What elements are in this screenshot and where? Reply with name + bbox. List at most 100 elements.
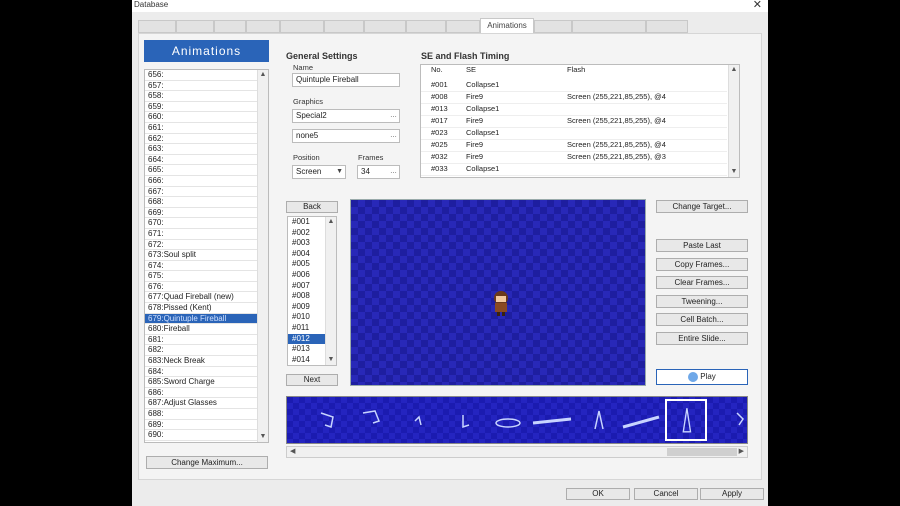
se-timing-table[interactable]: No. SE Flash #001 Collapse1 #008 Fire9 Scree… xyxy=(420,64,740,178)
cancel-button[interactable]: Cancel xyxy=(634,488,698,500)
copy-frames-button[interactable]: Copy Frames... xyxy=(656,258,748,271)
tab-skills[interactable] xyxy=(214,20,246,33)
frames-field[interactable]: 34… xyxy=(357,165,400,179)
scroll-left-icon[interactable]: ◀ xyxy=(290,447,295,455)
tab-items[interactable] xyxy=(246,20,280,33)
next-button[interactable]: Next xyxy=(286,374,338,386)
graphic2-field[interactable]: none5… xyxy=(292,129,400,143)
tab-troops[interactable] xyxy=(406,20,446,33)
scroll-right-icon[interactable]: ▶ xyxy=(739,447,744,455)
animation-list-item[interactable]: 656: xyxy=(145,70,257,81)
scroll-up-icon[interactable]: ▲ xyxy=(729,65,739,75)
se-scrollbar[interactable]: ▲ ▼ xyxy=(728,65,739,177)
scroll-up-icon[interactable]: ▲ xyxy=(326,217,336,227)
animation-list-item[interactable]: 665: xyxy=(145,165,257,176)
tab-system[interactable] xyxy=(646,20,688,33)
graphic1-field[interactable]: Special2… xyxy=(292,109,400,123)
position-select[interactable]: Screen ▼ xyxy=(292,165,346,179)
animations-list[interactable]: 656: 657: 658: 659: 660: 661: 662: 663: 664: 665:… xyxy=(144,69,269,443)
animation-list-item[interactable]: 675: xyxy=(145,271,257,282)
animation-list-item[interactable]: 683:Neck Break xyxy=(145,356,257,367)
frame-list-item[interactable]: #006 xyxy=(288,270,326,281)
scroll-down-icon[interactable]: ▼ xyxy=(729,167,739,177)
animation-list-item[interactable]: 672: xyxy=(145,240,257,251)
animation-list-item[interactable]: 673:Soul split xyxy=(145,250,257,261)
frame-list-item[interactable]: #014 xyxy=(288,355,326,365)
change-maximum-button[interactable]: Change Maximum... xyxy=(146,456,268,469)
frame-list-item[interactable]: #012 xyxy=(288,333,326,345)
animation-cell[interactable] xyxy=(351,399,393,441)
animation-cell[interactable] xyxy=(707,399,747,441)
tab-weapons[interactable] xyxy=(280,20,324,33)
frame-list-item[interactable]: #008 xyxy=(288,291,326,302)
clear-frames-button[interactable]: Clear Frames... xyxy=(656,276,748,289)
tab-states[interactable] xyxy=(446,20,480,33)
ok-button[interactable]: OK xyxy=(566,488,630,500)
animation-list-item[interactable]: 674: xyxy=(145,261,257,272)
animation-list-item[interactable]: 687:Adjust Glasses xyxy=(145,398,257,409)
animation-list-item[interactable]: 688: xyxy=(145,409,257,420)
name-field[interactable]: Quintuple Fireball xyxy=(292,73,400,87)
animation-cell[interactable] xyxy=(443,399,485,441)
animation-list-item[interactable]: 658: xyxy=(145,91,257,102)
animation-list-item[interactable]: 669: xyxy=(145,208,257,219)
frame-list-item[interactable]: #010 xyxy=(288,312,326,323)
animation-list-item[interactable]: 682: xyxy=(145,345,257,357)
animation-list-item[interactable]: 689: xyxy=(145,420,257,431)
frame-list-item[interactable]: #002 xyxy=(288,228,326,239)
animation-list-item[interactable]: 684: xyxy=(145,367,257,378)
animation-cell[interactable] xyxy=(619,399,661,441)
animation-list-item[interactable]: 660: xyxy=(145,112,257,123)
frame-list-item[interactable]: #007 xyxy=(288,281,326,292)
animation-cell[interactable] xyxy=(531,399,573,441)
frame-list-item[interactable]: #013 xyxy=(288,344,326,355)
frame-list-item[interactable]: #004 xyxy=(288,249,326,260)
frame-list-item[interactable]: #001 xyxy=(288,217,326,228)
change-target-button[interactable]: Change Target... xyxy=(656,200,748,213)
animation-canvas[interactable] xyxy=(350,199,646,386)
animation-list-item[interactable]: 664: xyxy=(145,155,257,166)
frame-list-item[interactable]: #003 xyxy=(288,238,326,249)
apply-button[interactable]: Apply xyxy=(700,488,764,500)
animation-cell[interactable] xyxy=(487,399,529,441)
frame-list[interactable]: #001 #002 #003 #004 #005 #006 #007 #008 #009 #010… xyxy=(287,216,337,366)
tab-armors[interactable] xyxy=(324,20,364,33)
animation-list-item[interactable]: 679:Quintuple Fireball xyxy=(145,313,257,325)
animation-list-item[interactable]: 671: xyxy=(145,229,257,240)
animation-list-item[interactable]: 670: xyxy=(145,218,257,229)
animation-list-item[interactable]: 667: xyxy=(145,187,257,198)
tab-animations[interactable]: Animations xyxy=(480,18,534,34)
animation-list-item[interactable]: 661: xyxy=(145,123,257,134)
scroll-down-icon[interactable]: ▼ xyxy=(258,432,268,442)
animation-cell-strip[interactable] xyxy=(286,396,748,444)
paste-last-button[interactable]: Paste Last xyxy=(656,239,748,252)
animation-cell[interactable] xyxy=(307,399,349,441)
se-timing-row[interactable]: #033 Collapse1 xyxy=(421,163,727,176)
tab-tilesets[interactable] xyxy=(534,20,572,33)
cell-strip-scrollbar[interactable]: ◀ ▶ xyxy=(286,446,748,458)
animation-list-item[interactable]: 659: xyxy=(145,102,257,113)
animation-list-item[interactable]: 690: xyxy=(145,430,257,441)
animation-list-item[interactable]: 657: xyxy=(145,81,257,92)
animation-list-item[interactable]: 676: xyxy=(145,282,257,293)
frame-list-item[interactable]: #005 xyxy=(288,259,326,270)
tab-classes[interactable] xyxy=(176,20,214,33)
animation-list-item[interactable]: 680:Fireball xyxy=(145,324,257,335)
tab-enemies[interactable] xyxy=(364,20,406,33)
tab-common-events[interactable] xyxy=(572,20,646,33)
entire-slide-button[interactable]: Entire Slide... xyxy=(656,332,748,345)
animations-scrollbar[interactable]: ▲ ▼ xyxy=(257,70,268,442)
animation-list-item[interactable]: 666: xyxy=(145,176,257,187)
scroll-up-icon[interactable]: ▲ xyxy=(258,70,268,80)
animation-list-item[interactable]: 681: xyxy=(145,335,257,346)
frame-list-item[interactable]: #009 xyxy=(288,302,326,313)
tab-actors[interactable] xyxy=(138,20,176,33)
scroll-thumb[interactable] xyxy=(667,448,737,456)
frame-list-item[interactable]: #011 xyxy=(288,323,326,334)
cell-batch-button[interactable]: Cell Batch... xyxy=(656,313,748,326)
animation-cell[interactable] xyxy=(397,399,439,441)
animation-list-item[interactable]: 668: xyxy=(145,197,257,208)
animation-list-item[interactable]: 677:Quad Fireball (new) xyxy=(145,292,257,304)
animation-list-item[interactable]: 678:Pissed (Kent) xyxy=(145,303,257,314)
animation-cell-selected[interactable] xyxy=(665,399,707,441)
